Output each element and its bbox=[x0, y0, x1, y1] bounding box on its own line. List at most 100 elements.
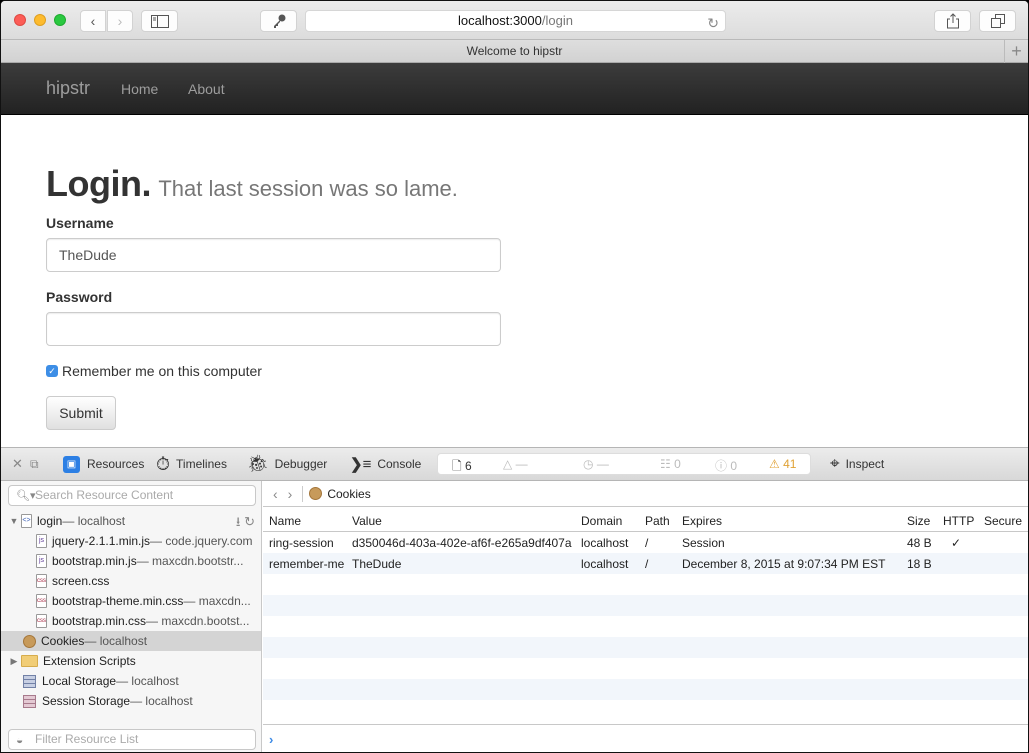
empty-row bbox=[263, 700, 1028, 721]
username-input[interactable]: TheDude bbox=[46, 238, 501, 272]
inspector-toolbar: ✕ ⧉ ▣ Resources ⏱ Timelines 🐞︎ Debugger … bbox=[1, 448, 1028, 481]
prompt-chevron-icon: › bbox=[269, 732, 274, 747]
new-tab-button[interactable]: + bbox=[1004, 40, 1028, 63]
row-actions: ⭳ ↻ bbox=[236, 513, 255, 531]
column-header-name[interactable]: Name bbox=[269, 514, 301, 528]
column-header-size[interactable]: Size bbox=[907, 514, 930, 528]
page-heading: Login. That last session was so lame. bbox=[46, 163, 458, 205]
cell-name: ring-session bbox=[269, 536, 334, 550]
navigation-bar: ‹ › Cookies bbox=[263, 481, 1028, 507]
nav-home-link[interactable]: Home bbox=[121, 81, 158, 97]
tree-item-name: bootstrap.min.js bbox=[52, 554, 137, 568]
column-header-secure[interactable]: Secure bbox=[984, 514, 1022, 528]
reload-icon[interactable]: ↻ bbox=[707, 13, 719, 33]
disclosure-collapsed-icon[interactable]: ▶ bbox=[9, 656, 19, 667]
tab-debugger[interactable]: 🐞︎ Debugger bbox=[247, 454, 328, 473]
cookies-table: Name Value Domain Path Expires Size HTTP… bbox=[263, 508, 1028, 721]
tree-item-cookies[interactable]: Cookies — localhost bbox=[1, 631, 261, 651]
log-count[interactable]: ☷ 0 bbox=[660, 457, 681, 471]
cell-size: 18 B bbox=[907, 557, 932, 571]
table-row[interactable]: remember-me TheDude localhost / December… bbox=[263, 553, 1028, 574]
site-navbar: hipstr Home About bbox=[1, 63, 1028, 115]
tree-item-login[interactable]: ▼ <> login — localhost ⭳ ↻ bbox=[1, 511, 261, 531]
column-header-expires[interactable]: Expires bbox=[682, 514, 722, 528]
tab-debugger-label: Debugger bbox=[274, 457, 328, 471]
console-icon: ❯≡ bbox=[350, 456, 372, 473]
console-prompt-input[interactable]: › bbox=[263, 724, 1028, 752]
tree-item-sub: — localhost bbox=[130, 694, 193, 708]
tree-item-name: login bbox=[37, 514, 63, 528]
tree-item-local-storage[interactable]: Local Storage — localhost bbox=[1, 671, 261, 691]
tree-item-bootstrap-theme-css[interactable]: css bootstrap-theme.min.css — maxcdn... bbox=[1, 591, 261, 611]
table-row[interactable]: ring-session d350046d-403a-402e-af6f-e26… bbox=[263, 532, 1028, 553]
remember-me-checkbox[interactable]: ✓ bbox=[46, 365, 58, 377]
load-time[interactable]: ◷ — bbox=[583, 457, 609, 471]
inspect-button[interactable]: ⌖ Inspect bbox=[830, 454, 884, 473]
tab-title[interactable]: Welcome to hipstr bbox=[467, 44, 563, 58]
empty-row bbox=[263, 574, 1028, 595]
download-icon[interactable]: ⭳ bbox=[236, 514, 241, 529]
filter-resource-input[interactable]: ◒ Filter Resource List bbox=[8, 729, 256, 750]
nav-about-link[interactable]: About bbox=[188, 81, 225, 97]
column-header-domain[interactable]: Domain bbox=[581, 514, 622, 528]
breadcrumb[interactable]: Cookies bbox=[327, 487, 370, 501]
cell-path: / bbox=[645, 536, 649, 550]
forward-button[interactable]: › bbox=[107, 10, 133, 32]
window-minimize-button[interactable] bbox=[34, 14, 46, 26]
nav-back-icon[interactable]: ‹ bbox=[273, 486, 278, 502]
brand-link[interactable]: hipstr bbox=[46, 78, 90, 99]
tab-timelines-label: Timelines bbox=[176, 457, 227, 471]
chevron-right-icon: › bbox=[117, 13, 123, 29]
cookie-icon bbox=[23, 634, 36, 648]
load-time-value: — bbox=[596, 457, 609, 471]
tree-item-bootstrap-css[interactable]: css bootstrap.min.css — maxcdn.bootst... bbox=[1, 611, 261, 631]
tree-item-extension-scripts[interactable]: ▶ Extension Scripts bbox=[1, 651, 261, 671]
tree-item-session-storage[interactable]: Session Storage — localhost bbox=[1, 691, 261, 711]
css-file-icon: css bbox=[36, 574, 47, 588]
tree-item-jquery[interactable]: js jquery-2.1.1.min.js — code.jquery.com bbox=[1, 531, 261, 551]
load-size[interactable]: △ — bbox=[503, 457, 528, 471]
tree-item-name: Cookies bbox=[41, 634, 85, 648]
page-subtitle: That last session was so lame. bbox=[158, 176, 458, 201]
search-placeholder: Search Resource Content bbox=[35, 488, 174, 502]
dock-icon[interactable]: ⧉ bbox=[30, 455, 39, 473]
cookies-panel: ‹ › Cookies Name Value Domain Path Expir… bbox=[263, 481, 1028, 752]
reload-icon[interactable]: ↻ bbox=[244, 514, 255, 529]
weight-icon: △ bbox=[503, 457, 513, 471]
tab-console[interactable]: ❯≡ Console bbox=[350, 455, 421, 473]
warning-count[interactable]: ⚠ 41 bbox=[769, 457, 796, 471]
tab-resources[interactable]: ▣ Resources bbox=[63, 455, 144, 473]
error-count[interactable]: ⓘ 0 bbox=[715, 457, 737, 474]
close-inspector-icon[interactable]: ✕ bbox=[12, 455, 23, 473]
column-header-path[interactable]: Path bbox=[645, 514, 670, 528]
column-header-http[interactable]: HTTP bbox=[943, 514, 974, 528]
tabs-overview-button[interactable] bbox=[979, 10, 1016, 32]
share-button[interactable] bbox=[934, 10, 971, 32]
cell-path: / bbox=[645, 557, 649, 571]
cell-domain: localhost bbox=[581, 536, 629, 550]
tree-item-sub: — localhost bbox=[116, 674, 179, 688]
nav-forward-icon[interactable]: › bbox=[288, 486, 293, 502]
search-resource-input[interactable]: 🔍︎▾ Search Resource Content bbox=[8, 485, 256, 506]
passwords-button[interactable] bbox=[260, 10, 297, 32]
tab-timelines[interactable]: ⏱ Timelines bbox=[156, 454, 227, 474]
sidebar-toggle-button[interactable] bbox=[141, 10, 178, 32]
password-input[interactable] bbox=[46, 312, 501, 346]
window-close-button[interactable] bbox=[14, 14, 26, 26]
remember-me-label[interactable]: Remember me on this computer bbox=[62, 363, 262, 379]
resource-count[interactable]: 🗋 6 bbox=[452, 457, 472, 478]
address-bar[interactable]: localhost:3000/login ↻ bbox=[305, 10, 726, 32]
tree-item-bootstrap-js[interactable]: js bootstrap.min.js — maxcdn.bootstr... bbox=[1, 551, 261, 571]
plus-icon: + bbox=[1011, 41, 1022, 61]
back-button[interactable]: ‹ bbox=[80, 10, 106, 32]
error-icon: ⓘ bbox=[715, 459, 728, 473]
disclosure-expanded-icon[interactable]: ▼ bbox=[9, 516, 19, 526]
tab-resources-label: Resources bbox=[87, 457, 145, 471]
submit-button[interactable]: Submit bbox=[46, 396, 116, 430]
column-header-value[interactable]: Value bbox=[352, 514, 382, 528]
tree-item-screen-css[interactable]: css screen.css bbox=[1, 571, 261, 591]
window-maximize-button[interactable] bbox=[54, 14, 66, 26]
css-file-icon: css bbox=[36, 594, 47, 608]
cookie-icon bbox=[309, 487, 323, 500]
resource-count-value: 6 bbox=[465, 459, 472, 473]
